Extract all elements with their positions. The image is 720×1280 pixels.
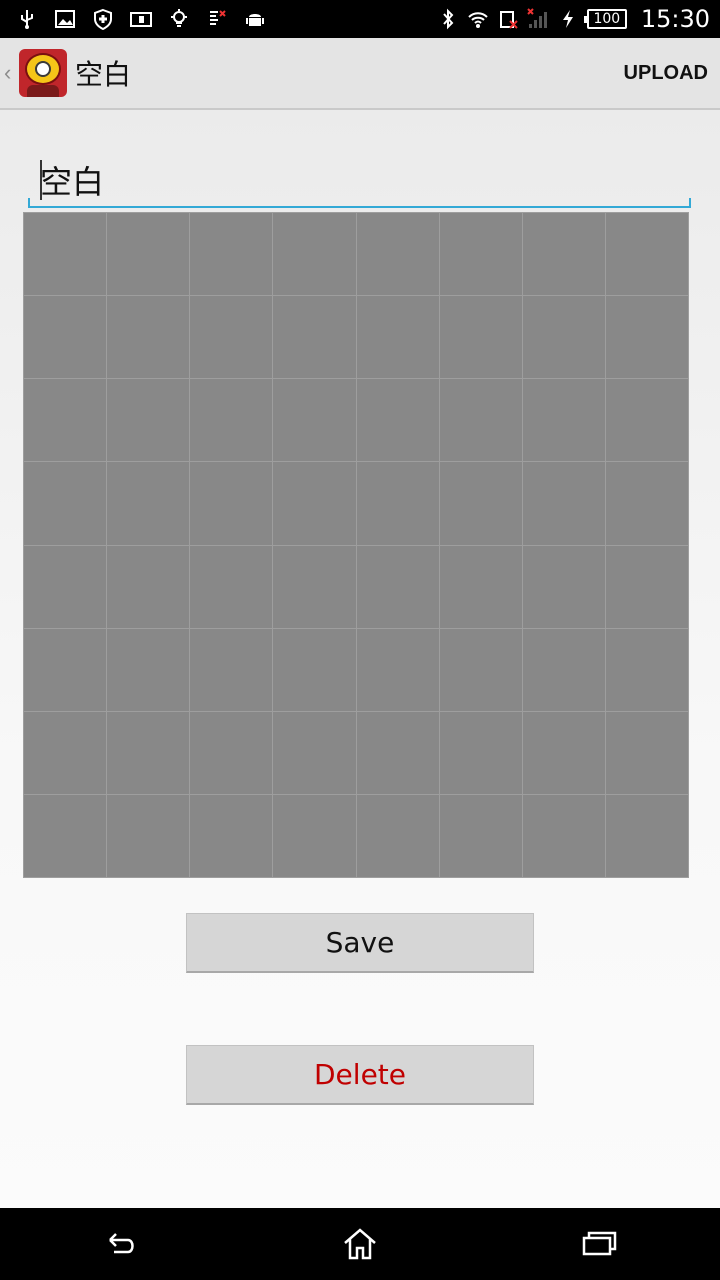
grid-cell[interactable]	[355, 793, 440, 879]
grid-cell[interactable]	[438, 211, 523, 297]
lightbulb-icon	[168, 8, 190, 30]
sim-icon	[497, 8, 519, 30]
signal-icon	[527, 8, 549, 30]
grid-cell[interactable]	[438, 710, 523, 795]
grid-cell[interactable]	[521, 211, 606, 297]
grid-cell[interactable]	[106, 378, 191, 463]
up-chevron-icon[interactable]: ‹	[4, 60, 18, 86]
grid-cell[interactable]	[272, 378, 357, 463]
grid-cell[interactable]	[604, 793, 690, 879]
save-button[interactable]: Save	[186, 913, 534, 973]
pixel-grid[interactable]	[22, 211, 690, 879]
grid-cell[interactable]	[604, 710, 690, 795]
name-input[interactable]	[40, 158, 660, 202]
home-icon[interactable]	[330, 1219, 390, 1269]
battery-level: 100	[583, 9, 627, 29]
grid-cell[interactable]	[438, 627, 523, 712]
grid-cell[interactable]	[355, 544, 440, 629]
grid-cell[interactable]	[22, 544, 108, 629]
grid-cell[interactable]	[189, 710, 274, 795]
app-logo-icon[interactable]	[19, 49, 67, 97]
sd-card-icon	[206, 8, 228, 30]
grid-cell[interactable]	[521, 295, 606, 380]
grid-cell[interactable]	[355, 378, 440, 463]
grid-cell[interactable]	[189, 544, 274, 629]
name-field[interactable]	[28, 154, 691, 208]
grid-cell[interactable]	[106, 211, 191, 297]
recents-icon[interactable]	[570, 1219, 630, 1269]
grid-cell[interactable]	[272, 710, 357, 795]
grid-cell[interactable]	[272, 793, 357, 879]
grid-cell[interactable]	[106, 544, 191, 629]
info-card-icon	[130, 8, 152, 30]
grid-cell[interactable]	[355, 211, 440, 297]
back-icon[interactable]	[90, 1219, 150, 1269]
wifi-icon	[467, 8, 489, 30]
grid-cell[interactable]	[22, 793, 108, 879]
grid-cell[interactable]	[106, 627, 191, 712]
grid-cell[interactable]	[604, 211, 690, 297]
grid-cell[interactable]	[604, 544, 690, 629]
grid-cell[interactable]	[438, 295, 523, 380]
upload-button[interactable]: UPLOAD	[624, 62, 708, 85]
delete-button[interactable]: Delete	[186, 1045, 534, 1105]
charging-icon	[557, 8, 579, 30]
grid-cell[interactable]	[438, 461, 523, 546]
status-bar: 100 15:30	[0, 0, 720, 38]
grid-cell[interactable]	[355, 295, 440, 380]
grid-cell[interactable]	[106, 793, 191, 879]
text-caret	[40, 160, 42, 200]
grid-cell[interactable]	[521, 710, 606, 795]
grid-cell[interactable]	[272, 544, 357, 629]
grid-cell[interactable]	[22, 627, 108, 712]
grid-cell[interactable]	[189, 295, 274, 380]
image-icon	[54, 8, 76, 30]
grid-cell[interactable]	[355, 461, 440, 546]
editor-content: Save Delete	[0, 110, 720, 1208]
shield-icon	[92, 8, 114, 30]
grid-cell[interactable]	[604, 461, 690, 546]
clock: 15:30	[640, 5, 710, 33]
grid-cell[interactable]	[272, 627, 357, 712]
grid-cell[interactable]	[106, 461, 191, 546]
action-bar: ‹ 空白 UPLOAD	[0, 38, 720, 110]
grid-cell[interactable]	[521, 378, 606, 463]
grid-cell[interactable]	[189, 211, 274, 297]
grid-cell[interactable]	[604, 378, 690, 463]
grid-cell[interactable]	[604, 627, 690, 712]
grid-cell[interactable]	[22, 378, 108, 463]
grid-cell[interactable]	[272, 211, 357, 297]
grid-cell[interactable]	[189, 793, 274, 879]
notification-icons	[0, 8, 266, 30]
grid-cell[interactable]	[22, 461, 108, 546]
grid-cell[interactable]	[438, 793, 523, 879]
grid-cell[interactable]	[438, 544, 523, 629]
grid-cell[interactable]	[355, 710, 440, 795]
grid-cell[interactable]	[22, 295, 108, 380]
grid-cell[interactable]	[106, 295, 191, 380]
grid-cell[interactable]	[22, 211, 108, 297]
bluetooth-icon	[437, 8, 459, 30]
grid-cell[interactable]	[521, 461, 606, 546]
system-icons: 100 15:30	[437, 5, 720, 33]
grid-cell[interactable]	[189, 461, 274, 546]
grid-cell[interactable]	[272, 461, 357, 546]
grid-cell[interactable]	[438, 378, 523, 463]
grid-cell[interactable]	[272, 295, 357, 380]
grid-cell[interactable]	[22, 710, 108, 795]
grid-cell[interactable]	[521, 544, 606, 629]
usb-icon	[16, 8, 38, 30]
grid-cell[interactable]	[189, 378, 274, 463]
grid-cell[interactable]	[106, 710, 191, 795]
navigation-bar	[0, 1208, 720, 1280]
grid-cell[interactable]	[189, 627, 274, 712]
grid-cell[interactable]	[521, 793, 606, 879]
action-bar-title: 空白	[75, 58, 132, 91]
android-icon	[244, 8, 266, 30]
grid-cell[interactable]	[521, 627, 606, 712]
grid-cell[interactable]	[355, 627, 440, 712]
grid-cell[interactable]	[604, 295, 690, 380]
